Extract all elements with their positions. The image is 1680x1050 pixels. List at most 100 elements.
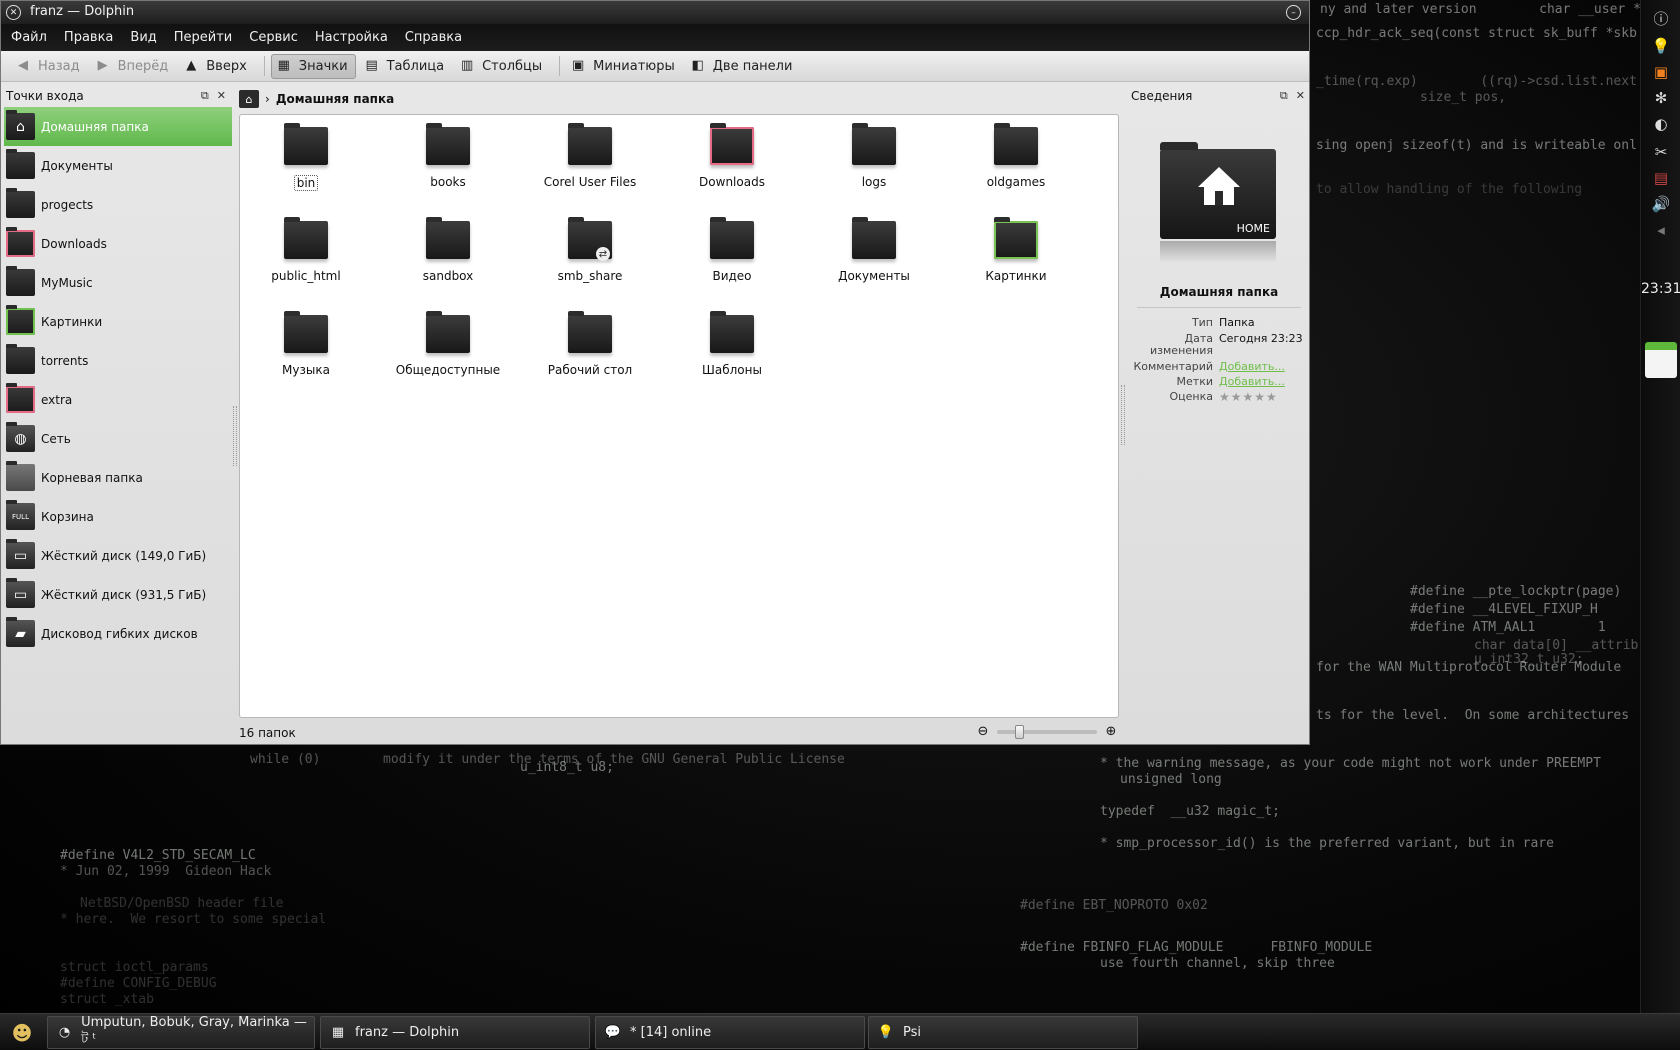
place-extra[interactable]: extra bbox=[1, 380, 232, 419]
folder-item[interactable]: oldgames bbox=[951, 123, 1081, 203]
folder-item[interactable]: ⇄ smb_share bbox=[525, 217, 655, 297]
folder-item[interactable]: Шаблоны bbox=[667, 311, 797, 391]
view-icons-button[interactable]: ▦ Значки bbox=[270, 53, 356, 79]
zoom-slider-handle[interactable] bbox=[1015, 725, 1024, 739]
task-dolphin[interactable]: ▦ franz — Dolphin bbox=[320, 1016, 590, 1049]
place-label: extra bbox=[41, 392, 73, 407]
add-comment-link[interactable]: Добавить... bbox=[1219, 361, 1311, 373]
folder-item[interactable]: Картинки bbox=[951, 217, 1081, 297]
meta-value: Папка bbox=[1219, 316, 1255, 329]
folder-icon bbox=[710, 311, 754, 353]
split-view-button[interactable]: ◧ Две панели bbox=[686, 54, 800, 79]
place-mymusic[interactable]: MyMusic bbox=[1, 263, 232, 302]
wallpaper-code-line: NetBSD/OpenBSD header file bbox=[80, 896, 284, 911]
breadcrumb-item[interactable]: Домашняя папка bbox=[276, 92, 394, 106]
zoom-out-icon[interactable]: ⊖ bbox=[975, 724, 991, 740]
minimize-icon[interactable]: – bbox=[1286, 5, 1301, 20]
clock[interactable]: 23:31 bbox=[1641, 281, 1680, 297]
menu-tools[interactable]: Сервис bbox=[249, 30, 298, 45]
split-view-label: Две панели bbox=[712, 58, 793, 74]
lightbulb-icon[interactable]: 💡 bbox=[1649, 34, 1673, 58]
place-label: Документы bbox=[41, 158, 113, 173]
folder-item[interactable]: bin bbox=[241, 123, 371, 203]
folder-item[interactable]: logs bbox=[809, 123, 939, 203]
menu-go[interactable]: Перейти bbox=[174, 30, 233, 45]
menu-help[interactable]: Справка bbox=[405, 30, 462, 45]
place-floppy[interactable]: ▰ Дисковод гибких дисков bbox=[1, 614, 232, 653]
view-columns-button[interactable]: ▥ Столбцы bbox=[455, 54, 549, 79]
network-icon[interactable]: ✻ bbox=[1649, 86, 1673, 110]
zoom-in-icon[interactable]: ⊕ bbox=[1103, 724, 1119, 740]
float-icon[interactable]: ⧉ bbox=[1280, 89, 1288, 103]
place-root[interactable]: Корневая папка bbox=[1, 458, 232, 497]
folder-item[interactable]: sandbox bbox=[383, 217, 513, 297]
wallpaper-code-line: char data[0] __attrib bbox=[1474, 638, 1639, 653]
places-title: Точки входа bbox=[6, 89, 84, 103]
volume-icon[interactable]: 🔊 bbox=[1649, 192, 1673, 216]
meta-key: Метки bbox=[1176, 375, 1213, 388]
menu-view[interactable]: Вид bbox=[130, 30, 156, 45]
folder-icon bbox=[710, 217, 754, 259]
add-tags-link[interactable]: Добавить... bbox=[1219, 376, 1311, 388]
folder-item[interactable]: Музыка bbox=[241, 311, 371, 391]
folder-icon bbox=[568, 123, 612, 165]
task-konversation[interactable]: ◔ Umputun, Bobuk, Gray, Marinka — ট ᵗ bbox=[47, 1015, 315, 1049]
place-progects[interactable]: progects bbox=[1, 185, 232, 224]
place-hdd-1[interactable]: ▭ Жёсткий диск (149,0 ГиБ) bbox=[1, 536, 232, 575]
wallpaper-code-line: #define V4L2_STD_SECAM_LC bbox=[60, 848, 256, 863]
rss-icon[interactable]: ▣ bbox=[1649, 60, 1673, 84]
hard-disk-icon: ▭ bbox=[6, 578, 35, 608]
place-home[interactable]: ⌂ Домашняя папка bbox=[4, 107, 232, 146]
file-view[interactable]: bin books Corel User Files Downloads log… bbox=[239, 114, 1119, 718]
task-chat-online[interactable]: 💬 * [14] online bbox=[595, 1016, 865, 1049]
place-torrents[interactable]: torrents bbox=[1, 341, 232, 380]
home-icon[interactable]: ⌂ bbox=[239, 90, 259, 108]
calendar-icon[interactable] bbox=[1645, 342, 1677, 378]
menu-edit[interactable]: Правка bbox=[64, 30, 113, 45]
window-titlebar[interactable]: ✕ franz — Dolphin – bbox=[1, 1, 1309, 24]
place-documents[interactable]: Документы bbox=[1, 146, 232, 185]
close-panel-icon[interactable]: ✕ bbox=[1296, 89, 1305, 103]
place-downloads[interactable]: Downloads bbox=[1, 224, 232, 263]
update-icon[interactable]: ◐ bbox=[1649, 112, 1673, 136]
folder-icon bbox=[284, 311, 328, 353]
menu-file[interactable]: Файл bbox=[11, 30, 47, 45]
back-button[interactable]: ◀ Назад bbox=[11, 54, 87, 79]
info-title: Сведения bbox=[1131, 89, 1193, 103]
folder-item[interactable]: Рабочий стол bbox=[525, 311, 655, 391]
places-splitter-handle[interactable] bbox=[233, 406, 237, 466]
zoom-slider[interactable] bbox=[997, 725, 1097, 739]
chat-bubble-icon: 💬 bbox=[604, 1024, 622, 1040]
panel-arrow-icon[interactable]: ◂ bbox=[1649, 218, 1673, 242]
float-icon[interactable]: ⧉ bbox=[201, 89, 209, 103]
forward-button[interactable]: ▶ Вперёд bbox=[91, 54, 176, 79]
wallpaper-code-line: struct ioctl_params bbox=[60, 960, 209, 975]
menu-settings[interactable]: Настройка bbox=[315, 30, 388, 45]
info-splitter-handle[interactable] bbox=[1121, 385, 1125, 445]
scissors-icon[interactable]: ✂ bbox=[1649, 140, 1673, 164]
keyboard-layout-flag-icon[interactable]: ▤ bbox=[1649, 166, 1673, 190]
place-hdd-2[interactable]: ▭ Жёсткий диск (931,5 ГиБ) bbox=[1, 575, 232, 614]
folder-item[interactable]: Документы bbox=[809, 217, 939, 297]
folder-item[interactable]: Downloads bbox=[667, 123, 797, 203]
folder-item[interactable]: public_html bbox=[241, 217, 371, 297]
folder-item[interactable]: books bbox=[383, 123, 513, 203]
info-icon[interactable]: ⓘ bbox=[1649, 6, 1673, 30]
view-details-button[interactable]: ▤ Таблица bbox=[360, 54, 452, 79]
folder-item[interactable]: Corel User Files bbox=[525, 123, 655, 203]
up-button[interactable]: ▲ Вверх bbox=[179, 54, 254, 79]
rating-stars[interactable]: ★★★★★ bbox=[1219, 391, 1311, 403]
close-icon[interactable]: ✕ bbox=[6, 5, 21, 20]
place-trash[interactable]: FULL Корзина bbox=[1, 497, 232, 536]
folder-item[interactable]: Общедоступные bbox=[383, 311, 513, 391]
wallpaper-code-line: unsigned long bbox=[1120, 772, 1222, 787]
kickoff-menu-icon[interactable]: ☻ bbox=[4, 1017, 40, 1048]
preview-button[interactable]: ▣ Миниатюры bbox=[566, 54, 682, 79]
close-panel-icon[interactable]: ✕ bbox=[217, 89, 226, 103]
folder-item[interactable]: Видео bbox=[667, 217, 797, 297]
task-label: * [14] online bbox=[630, 1025, 712, 1040]
status-bar: 16 папок ⊖ ⊕ bbox=[239, 724, 1119, 742]
task-psi[interactable]: 💡 Psi bbox=[868, 1016, 1138, 1049]
place-pictures[interactable]: Картинки bbox=[1, 302, 232, 341]
place-network[interactable]: ◍ Сеть bbox=[1, 419, 232, 458]
